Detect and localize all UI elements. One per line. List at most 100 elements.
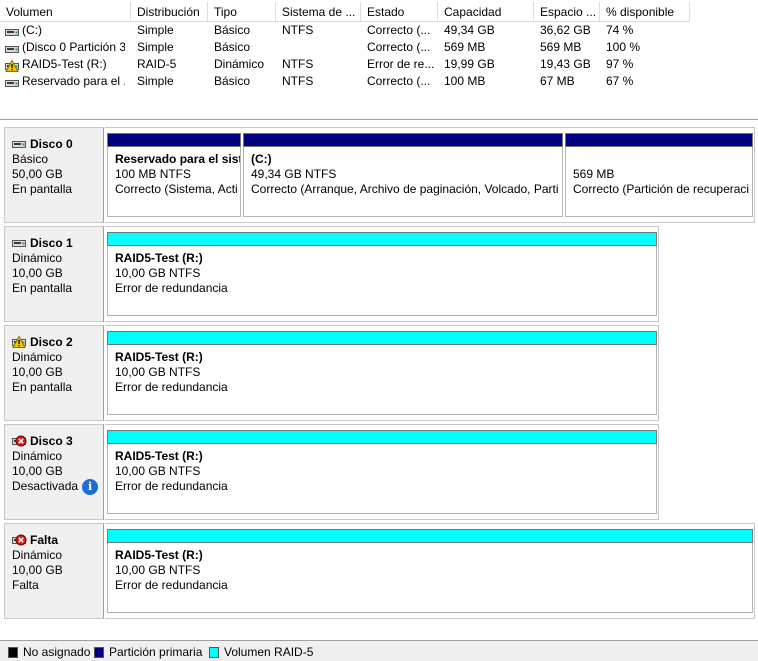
disk-type: Dinámico: [12, 251, 63, 265]
column-header-layout[interactable]: Distribución: [131, 2, 208, 22]
cell-status: Correcto (...: [367, 74, 431, 88]
volume-list[interactable]: Volumen Distribución Tipo Sistema de ...…: [0, 0, 758, 120]
partition[interactable]: Reservado para el sist 100 MB NTFS Correct…: [107, 128, 241, 222]
disk-size: 50,00 GB: [12, 167, 63, 181]
disk-row: Disco 1 Dinámico 10,00 GB En pantalla RAID5-…: [4, 226, 758, 322]
partition[interactable]: RAID5-Test (R:) 10,00 GB NTFS Error de red…: [107, 524, 753, 618]
volume-row[interactable]: RAID5-Test (R:) RAID-5 Dinámico NTFS Error d…: [0, 56, 758, 73]
partition-size: 100 MB NTFS: [115, 167, 192, 181]
partition-area: RAID5-Test (R:) 10,00 GB NTFS Error de red…: [105, 226, 659, 322]
partition[interactable]: 569 MB Correcto (Partición de recuperaci: [565, 128, 753, 222]
partition-type-bar: [107, 133, 241, 147]
cell-percent-free: 97 %: [606, 57, 634, 71]
partition-title: Reservado para el sist: [115, 152, 241, 166]
error-disk-icon: [12, 435, 27, 447]
partition-size: 10,00 GB NTFS: [115, 464, 201, 478]
partition-type-bar: [243, 133, 563, 147]
cell-type: Básico: [214, 23, 251, 37]
cell-free-space: 67 MB: [540, 74, 575, 88]
legend: No asignado Partición primaria Volumen R…: [0, 640, 758, 661]
disk-label[interactable]: Falta Dinámico 10,00 GB Falta: [4, 523, 104, 619]
cell-volume: (C:): [22, 23, 42, 37]
partition-body: (C:) 49,34 GB NTFS Correcto (Arranque, Arc…: [243, 147, 563, 217]
partition-title: (C:): [251, 152, 272, 166]
disk-name: Disco 3: [12, 434, 103, 449]
partition-status: Correcto (Sistema, Acti: [115, 182, 238, 196]
partition-status: Error de redundancia: [115, 281, 228, 295]
volume-row[interactable]: (C:) Simple Básico NTFS Correcto (... 49,34 G…: [0, 22, 758, 39]
disk-state: En pantalla: [12, 281, 103, 296]
disk-label[interactable]: Disco 2 Dinámico 10,00 GB En pantalla: [4, 325, 104, 421]
column-header-filesystem[interactable]: Sistema de ...: [276, 2, 361, 22]
partition-body: Reservado para el sist 100 MB NTFS Correct…: [107, 147, 241, 217]
legend-swatch-primary: [94, 647, 104, 658]
cell-layout: Simple: [137, 74, 174, 88]
legend-label-raid5: Volumen RAID-5: [224, 645, 314, 659]
disk-type: Básico: [12, 152, 49, 166]
column-header-capacity[interactable]: Capacidad: [438, 2, 534, 22]
partition-size: 49,34 GB NTFS: [251, 167, 337, 181]
partition-title: RAID5-Test (R:): [115, 350, 203, 364]
cell-status: Correcto (...: [367, 23, 431, 37]
cell-layout: RAID-5: [137, 57, 177, 71]
disk-row: Disco 2 Dinámico 10,00 GB En pantalla RAID5-…: [4, 325, 758, 421]
partition[interactable]: RAID5-Test (R:) 10,00 GB NTFS Error de red…: [107, 326, 657, 420]
cell-filesystem: NTFS: [282, 74, 314, 88]
partition[interactable]: RAID5-Test (R:) 10,00 GB NTFS Error de red…: [107, 227, 657, 321]
partition-status: Correcto (Partición de recuperaci: [573, 182, 750, 196]
disk-size: 10,00 GB: [12, 365, 63, 379]
cell-volume: Reservado para el ...: [22, 74, 125, 88]
disk-name-text: Falta: [30, 533, 59, 547]
legend-label-unallocated: No asignado: [23, 645, 91, 659]
cell-capacity: 100 MB: [444, 74, 486, 88]
partition-area: RAID5-Test (R:) 10,00 GB NTFS Error de red…: [105, 424, 659, 520]
partition[interactable]: RAID5-Test (R:) 10,00 GB NTFS Error de red…: [107, 425, 657, 519]
disk-state: Falta: [12, 578, 103, 593]
disk-row: Disco 0 Básico 50,00 GB En pantalla Reservad…: [4, 127, 758, 223]
partition-type-bar: [107, 430, 657, 444]
column-header-status[interactable]: Estado: [361, 2, 438, 22]
legend-raid5: Volumen RAID-5: [209, 645, 313, 659]
column-header-type[interactable]: Tipo: [208, 2, 276, 22]
cell-free-space: 19,43 GB: [540, 57, 591, 71]
partition-status: Error de redundancia: [115, 479, 228, 493]
disk-type: Dinámico: [12, 350, 63, 364]
partition-size: 10,00 GB NTFS: [115, 266, 201, 280]
partition-area: RAID5-Test (R:) 10,00 GB NTFS Error de red…: [105, 325, 659, 421]
partition-size: 10,00 GB NTFS: [115, 563, 201, 577]
volume-row[interactable]: (Disco 0 Partición 3) Simple Básico Correct…: [0, 39, 758, 56]
volume-row[interactable]: Reservado para el ... Simple Básico NTFS Cor…: [0, 73, 758, 90]
cell-capacity: 19,99 GB: [444, 57, 495, 71]
disk-state: Desactivada i: [12, 479, 103, 495]
partition-area: Reservado para el sist 100 MB NTFS Correct…: [105, 127, 755, 223]
cell-capacity: 49,34 GB: [444, 23, 495, 37]
partition-type-bar: [565, 133, 753, 147]
partition-body: RAID5-Test (R:) 10,00 GB NTFS Error de red…: [107, 543, 753, 613]
disk-name-text: Disco 2: [30, 335, 73, 349]
disk-state-text: En pantalla: [12, 380, 73, 394]
disk-state-text: En pantalla: [12, 182, 73, 196]
disk-icon: [12, 138, 27, 150]
partition-size: 569 MB: [573, 167, 615, 181]
disk-label[interactable]: Disco 3 Dinámico 10,00 GB Desactivada i: [4, 424, 104, 520]
disk-label[interactable]: Disco 0 Básico 50,00 GB En pantalla: [4, 127, 104, 223]
info-icon[interactable]: i: [82, 479, 99, 495]
disk-size: 10,00 GB: [12, 464, 63, 478]
disk-name: Disco 2: [12, 335, 103, 350]
partition-size: 10,00 GB NTFS: [115, 365, 201, 379]
column-header-volume[interactable]: Volumen: [0, 2, 131, 22]
disk-label[interactable]: Disco 1 Dinámico 10,00 GB En pantalla: [4, 226, 104, 322]
disk-name: Disco 1: [12, 236, 103, 251]
legend-swatch-unallocated: [8, 647, 18, 658]
partition-area: RAID5-Test (R:) 10,00 GB NTFS Error de red…: [105, 523, 755, 619]
column-header-percent-free[interactable]: % disponible: [600, 2, 690, 22]
cell-type: Básico: [214, 40, 251, 54]
partition-type-bar: [107, 232, 657, 246]
partition[interactable]: (C:) 49,34 GB NTFS Correcto (Arranque, Arc…: [243, 128, 563, 222]
column-header-free-space[interactable]: Espacio ...: [534, 2, 600, 22]
cell-filesystem: NTFS: [282, 57, 314, 71]
partition-body: RAID5-Test (R:) 10,00 GB NTFS Error de red…: [107, 444, 657, 514]
partition-type-bar: [107, 331, 657, 345]
disk-state: En pantalla: [12, 182, 103, 197]
cell-status: Correcto (...: [367, 40, 431, 54]
